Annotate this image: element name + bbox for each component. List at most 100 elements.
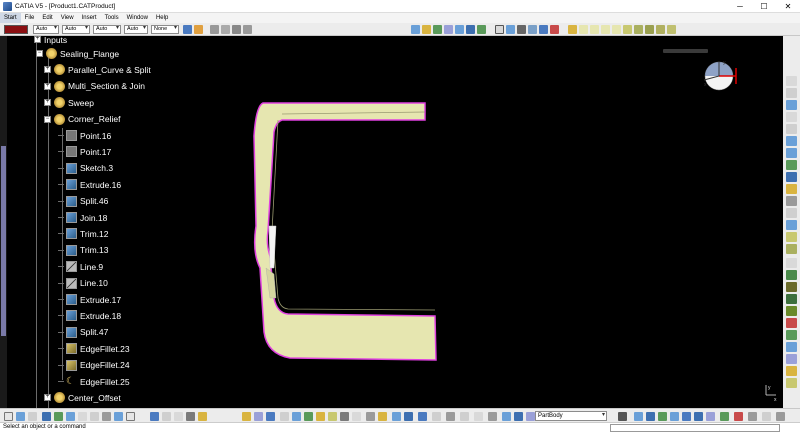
define-work-object-icon[interactable]	[526, 412, 535, 421]
pan-icon[interactable]	[433, 25, 442, 34]
tool-trim-icon[interactable]	[786, 196, 797, 206]
catalog-icon[interactable]	[54, 412, 63, 421]
tool-helix-icon[interactable]	[786, 160, 797, 170]
layer-combo[interactable]: None	[151, 24, 179, 34]
snap-surface-icon[interactable]	[243, 24, 252, 34]
tool-plane-icon[interactable]	[786, 100, 797, 110]
knowledge-icon[interactable]	[378, 412, 387, 421]
revolve-tool-icon[interactable]	[590, 25, 599, 34]
swap-visible-icon[interactable]	[539, 25, 548, 34]
tree-node[interactable]: Trim.13	[58, 244, 109, 257]
tool-intersection-icon[interactable]	[786, 124, 797, 134]
user-feature-icon[interactable]	[254, 412, 263, 421]
iso-view-icon[interactable]	[506, 25, 515, 34]
expander-icon[interactable]: +	[44, 99, 51, 107]
maximize-button[interactable]: ☐	[752, 0, 776, 13]
tree-node[interactable]: − Corner_Relief	[44, 113, 120, 126]
tool-catalog-icon[interactable]	[786, 378, 797, 388]
material-icon[interactable]	[748, 412, 757, 421]
expander-icon[interactable]: −	[44, 115, 51, 123]
surface-icon[interactable]	[292, 412, 301, 421]
cylinder-tool-icon[interactable]	[612, 25, 621, 34]
formula-icon[interactable]	[4, 412, 13, 421]
view-back-icon[interactable]	[646, 412, 655, 421]
tree-node[interactable]: + Parallel_Curve & Split	[44, 63, 151, 76]
tree-node[interactable]: − Sealing_Flange	[36, 47, 119, 60]
menu-tools[interactable]: Tools	[101, 13, 123, 23]
tree-node[interactable]: Line.10	[58, 277, 108, 290]
expander-icon[interactable]: +	[44, 82, 51, 90]
highlight-icon[interactable]	[734, 412, 743, 421]
command-input[interactable]	[610, 424, 780, 432]
tree-node[interactable]: EdgeFillet.23	[58, 342, 130, 355]
tree-node[interactable]: Line.9	[58, 260, 103, 273]
update-icon[interactable]	[114, 412, 123, 421]
tool-analysis-icon[interactable]	[786, 342, 797, 352]
menu-view[interactable]: View	[57, 13, 78, 23]
vector-icon[interactable]	[488, 412, 497, 421]
geometrical-set-icon[interactable]	[162, 412, 171, 421]
tool-translate-icon[interactable]	[786, 244, 797, 254]
select-icon[interactable]	[42, 412, 51, 421]
paste-icon[interactable]	[78, 412, 87, 421]
menu-window[interactable]: Window	[123, 13, 152, 23]
view-left-icon[interactable]	[658, 412, 667, 421]
tool-boundary-icon[interactable]	[786, 208, 797, 218]
lighting-icon[interactable]	[762, 412, 771, 421]
redo-icon[interactable]	[102, 412, 111, 421]
tree-node[interactable]: Extrude.18	[58, 309, 121, 322]
tree-node[interactable]: ☾ EdgeFillet.25	[58, 375, 130, 388]
menu-file[interactable]: File	[21, 13, 39, 23]
operations-icon[interactable]	[304, 412, 313, 421]
multi-section-tool-icon[interactable]	[656, 25, 665, 34]
axis-system-icon[interactable]	[418, 412, 427, 421]
tree-node[interactable]: Split.46	[58, 195, 108, 208]
instantiate-icon[interactable]	[266, 412, 275, 421]
sweep-tool-icon[interactable]	[634, 25, 643, 34]
rule-icon[interactable]	[28, 412, 37, 421]
matrix-icon[interactable]	[474, 412, 483, 421]
offset-tool-icon[interactable]	[623, 25, 632, 34]
expander-icon[interactable]: +	[34, 36, 41, 43]
tool-circle-icon[interactable]	[786, 136, 797, 146]
tool-fillet-icon[interactable]	[786, 232, 797, 242]
geometry-canvas[interactable]: y x y x	[170, 36, 783, 408]
fit-all-icon[interactable]	[422, 25, 431, 34]
point-type-combo[interactable]: Auto	[124, 24, 148, 34]
tool-law-icon[interactable]	[786, 330, 797, 340]
law-icon[interactable]	[392, 412, 401, 421]
minimize-button[interactable]: ─	[728, 0, 752, 13]
sketch-tool-icon[interactable]	[186, 412, 195, 421]
tool-scaling-icon[interactable]	[786, 282, 797, 292]
menu-help[interactable]: Help	[152, 13, 172, 23]
tree-node[interactable]: + Center_Offset	[44, 391, 121, 404]
normal-view-icon[interactable]	[477, 25, 486, 34]
rotate-icon[interactable]	[444, 25, 453, 34]
tree-node[interactable]: Extrude.16	[58, 178, 121, 191]
ordered-set-icon[interactable]	[174, 412, 183, 421]
tool-join-icon[interactable]	[786, 172, 797, 182]
tree-node[interactable]: Trim.12	[58, 227, 109, 240]
reference-icon[interactable]	[198, 412, 207, 421]
view-front-icon[interactable]	[634, 412, 643, 421]
tool-knowledge-icon[interactable]	[786, 366, 797, 376]
wireframe-icon[interactable]	[280, 412, 289, 421]
snap-curve-icon[interactable]	[232, 24, 241, 34]
keyboard-icon[interactable]	[460, 412, 469, 421]
tree-node[interactable]: Extrude.17	[58, 293, 121, 306]
tool-split-icon[interactable]	[786, 184, 797, 194]
menu-edit[interactable]: Edit	[38, 13, 56, 23]
grid-icon[interactable]	[432, 412, 441, 421]
advanced-icon[interactable]	[340, 412, 349, 421]
body-selector[interactable]: PartBody	[535, 411, 607, 421]
hide-show-icon[interactable]	[528, 25, 537, 34]
tool-symmetry-icon[interactable]	[786, 270, 797, 280]
color-selector[interactable]	[4, 24, 28, 34]
tool-affinity-icon[interactable]	[786, 294, 797, 304]
isolate-icon[interactable]	[514, 412, 523, 421]
view-right-icon[interactable]	[670, 412, 679, 421]
view-iso-icon[interactable]	[706, 412, 715, 421]
tree-node[interactable]: Sketch.3	[58, 162, 113, 175]
3d-viewport[interactable]: y x y x	[170, 36, 783, 408]
line-type-combo[interactable]: Auto	[93, 24, 121, 34]
